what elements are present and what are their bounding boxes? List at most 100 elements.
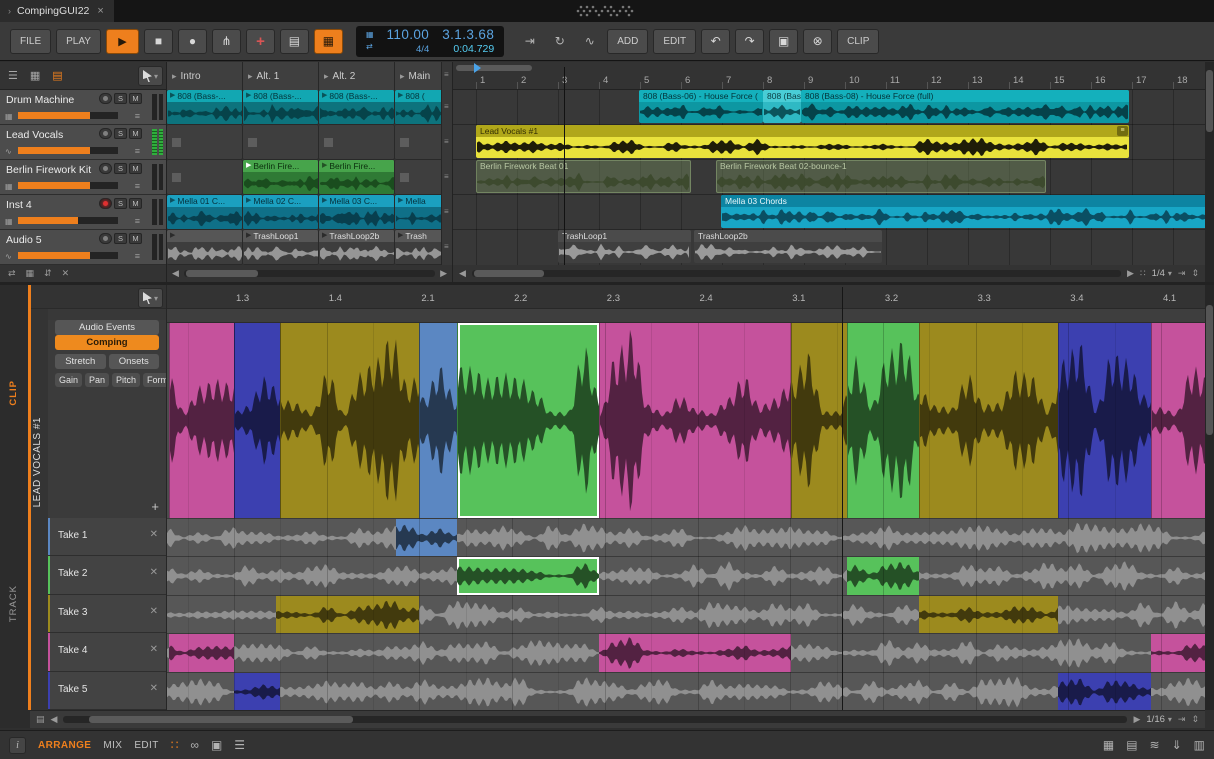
comp-segment[interactable]	[457, 323, 599, 518]
clip-play-icon[interactable]: ▶	[170, 90, 175, 102]
comp-segment[interactable]	[169, 323, 234, 518]
track-volume-slider[interactable]	[18, 252, 118, 259]
take-region[interactable]	[919, 596, 1058, 633]
clip-play-icon[interactable]: ▶	[246, 195, 251, 207]
swap-tracks-icon[interactable]: ⇄	[8, 268, 16, 279]
zoom-fit-icon[interactable]: ⇥	[1178, 268, 1186, 279]
undo-button[interactable]: ↶	[701, 29, 730, 54]
clip-slot[interactable]: ▶TrashLoop1	[243, 230, 319, 265]
sync-icon[interactable]: ⇄	[366, 43, 374, 51]
arranger-pointer-tool[interactable]: ▾	[138, 66, 163, 86]
take-region[interactable]	[599, 634, 791, 671]
tempo-icon[interactable]: ▦	[366, 31, 374, 39]
clip-slot[interactable]	[243, 125, 319, 160]
record-arm-button[interactable]	[99, 163, 112, 174]
record-arm-button[interactable]	[99, 233, 112, 244]
comp-segment[interactable]	[847, 323, 919, 518]
comp-segment[interactable]	[234, 323, 280, 518]
editor-pointer-tool[interactable]: ▾	[138, 288, 163, 308]
stretch-button[interactable]: Stretch	[55, 354, 106, 369]
clip-play-icon[interactable]: ▶	[170, 195, 175, 207]
scene-header[interactable]: ▸Intro	[167, 62, 243, 90]
time-signature-value[interactable]: 4/4	[416, 45, 429, 55]
play-menu-button[interactable]: PLAY	[56, 29, 101, 54]
clip-loop-icon[interactable]: ≡	[1117, 126, 1128, 136]
track-row[interactable]: Audio 5∿SM≡	[0, 230, 166, 265]
duplicate-button[interactable]: ▣	[769, 29, 798, 54]
columns-icon[interactable]: ☰	[234, 738, 245, 752]
arranger-clip[interactable]: 808 (Bass-08) - House Force (full)	[801, 90, 1129, 123]
focus-view-icon[interactable]: ▣	[211, 738, 222, 752]
take-region[interactable]	[276, 596, 419, 633]
take-region[interactable]	[396, 519, 457, 556]
clip-page-icon[interactable]: ▤	[1126, 738, 1137, 752]
take-region[interactable]	[457, 557, 599, 594]
clip-slot[interactable]: ▶808 (Bass-...	[167, 90, 243, 125]
take-region[interactable]	[1151, 634, 1205, 671]
scene-play-icon[interactable]: ▸	[248, 71, 253, 82]
track-menu-icon[interactable]: ≡	[135, 252, 140, 261]
clip-play-icon[interactable]: ▶	[322, 195, 327, 207]
row-handle-icon[interactable]: ≡	[444, 243, 449, 251]
add-button[interactable]: ADD	[607, 29, 648, 54]
take-header[interactable]: Take 1✕	[48, 518, 166, 556]
take-region[interactable]	[1058, 673, 1151, 710]
scroll-right-icon[interactable]: ▶	[1133, 714, 1140, 725]
dual-display-button[interactable]: ▦	[314, 29, 343, 54]
follow-playhead-icon[interactable]: ∷	[1140, 268, 1146, 279]
row-handle-icon[interactable]: ≡	[444, 138, 449, 146]
clip-play-icon[interactable]: ▶	[398, 230, 403, 242]
zoom-vertical-icon[interactable]: ⇕	[1191, 268, 1199, 279]
scene-play-icon[interactable]: ▸	[324, 71, 329, 82]
mix-tab[interactable]: MIX	[103, 740, 122, 751]
take-lane[interactable]	[167, 595, 1205, 633]
scene-header[interactable]: ▸Alt. 1	[243, 62, 319, 90]
comping-button[interactable]: Comping	[55, 335, 159, 350]
track-volume-slider[interactable]	[18, 217, 118, 224]
overdub-button[interactable]: +	[246, 29, 275, 54]
solo-button[interactable]: S	[114, 163, 127, 174]
clip-slot[interactable]: ▶Berlin Fire...	[319, 160, 395, 195]
take-region[interactable]	[234, 673, 280, 710]
row-handle-icon[interactable]: ≡	[444, 173, 449, 181]
take-lane[interactable]	[167, 633, 1205, 671]
grid-view-icon[interactable]: ▦	[26, 268, 35, 279]
piano-icon[interactable]: ▦	[1103, 738, 1114, 752]
track-volume-slider[interactable]	[18, 147, 118, 154]
add-take-button[interactable]: +	[151, 499, 159, 514]
editor-v-scrollbar[interactable]	[1205, 285, 1214, 710]
comp-segment[interactable]	[1058, 323, 1151, 518]
clip-slot[interactable]	[167, 160, 243, 195]
track-list-icon[interactable]: ☰	[8, 69, 18, 82]
zoom-vertical-icon[interactable]: ⇕	[1191, 714, 1199, 725]
solo-button[interactable]: S	[114, 93, 127, 104]
clip-slot[interactable]	[167, 125, 243, 160]
scene-header[interactable]: ▸Alt. 2	[319, 62, 395, 90]
scrollbar-thumb[interactable]	[474, 270, 544, 277]
take-lane[interactable]	[167, 672, 1205, 710]
scroll-left-icon[interactable]: ◀	[172, 268, 179, 279]
close-launcher-icon[interactable]: ✕	[62, 268, 70, 279]
scroll-right-icon[interactable]: ▶	[440, 268, 447, 279]
clip-slot[interactable]: ▶808 (Bass-...	[243, 90, 319, 125]
track-row[interactable]: Drum Machine▦SM≡	[0, 90, 166, 125]
gain-button[interactable]: Gain	[55, 373, 82, 387]
launcher-grid-icon[interactable]: ▦	[30, 69, 40, 82]
arranger-clip[interactable]: Berlin Firework Beat 02-bounce-1	[716, 160, 1046, 193]
row-handle-icon[interactable]: ≡	[444, 208, 449, 216]
track-menu-icon[interactable]: ≡	[135, 182, 140, 191]
take-header[interactable]: Take 5✕	[48, 672, 166, 710]
track-tab[interactable]: TRACK	[8, 585, 19, 622]
take-lane[interactable]	[167, 518, 1205, 556]
position-value[interactable]: 3.1.3.68	[442, 28, 494, 42]
arranger-clip[interactable]: Lead Vocals #1≡	[476, 125, 1129, 158]
link-icon[interactable]: ∞	[190, 738, 199, 752]
delete-take-button[interactable]: ✕	[150, 606, 158, 617]
comp-segment[interactable]	[419, 323, 457, 518]
take-header[interactable]: Take 4✕	[48, 633, 166, 671]
mute-button[interactable]: M	[129, 93, 142, 104]
editor-ruler[interactable]: 1.31.42.12.22.32.43.13.23.33.44.1	[167, 285, 1205, 309]
clip-menu-button[interactable]: CLIP	[837, 29, 879, 54]
loop-button[interactable]: ↻	[547, 29, 572, 54]
close-tab-icon[interactable]: ×	[97, 5, 103, 17]
